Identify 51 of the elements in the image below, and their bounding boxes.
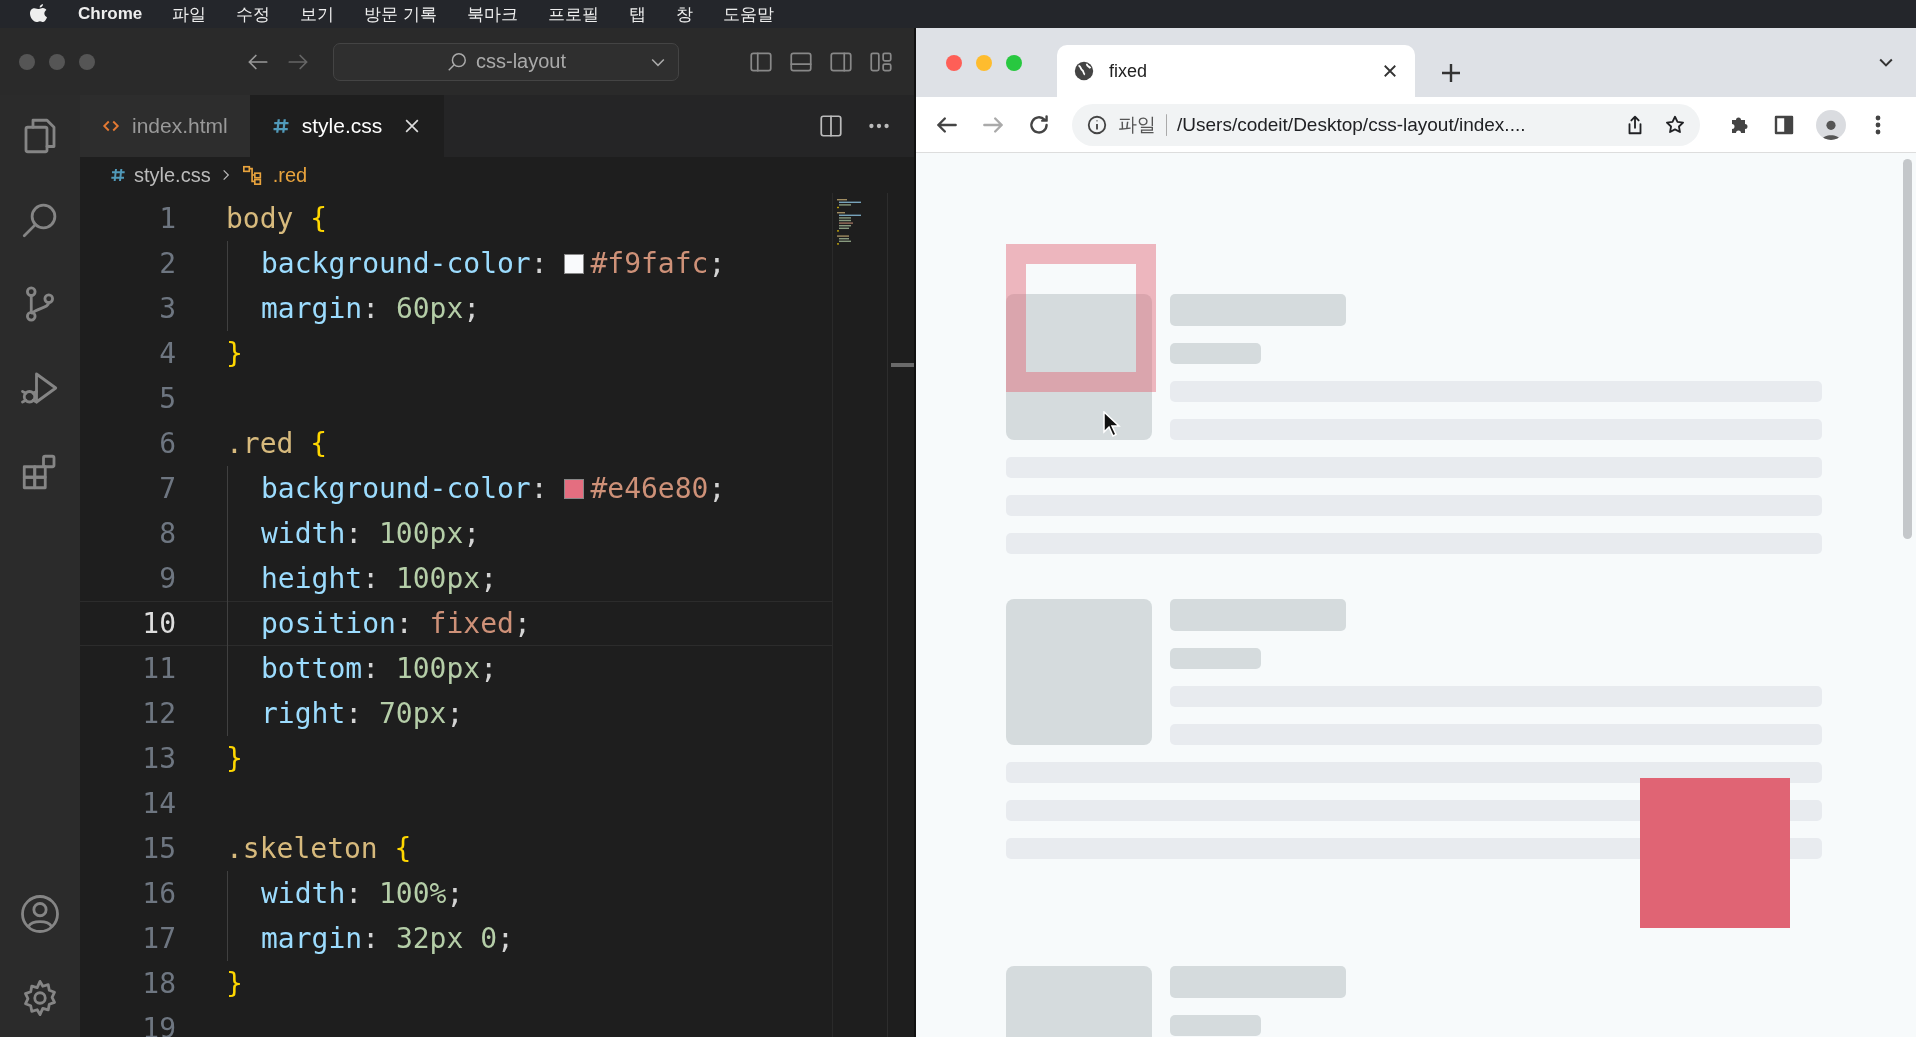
menu-item[interactable]: 보기	[300, 2, 335, 26]
line-number: 1	[158, 201, 176, 237]
menu-item[interactable]: 수정	[236, 2, 271, 26]
editor-tab[interactable]: index.html	[80, 95, 250, 157]
code-line: .skeleton {	[225, 831, 412, 867]
menu-item[interactable]: 프로필	[547, 2, 599, 26]
line-number: 12	[141, 696, 176, 732]
menu-item[interactable]: 탭	[628, 2, 646, 26]
line-number: 3	[158, 291, 176, 327]
code-line: }	[225, 741, 243, 777]
code-line: body {	[225, 201, 328, 237]
code-line: background-color: #f9fafc;	[260, 246, 726, 282]
code-line: bottom: 100px;	[260, 651, 498, 687]
menu-item[interactable]: 파일	[172, 2, 207, 26]
line-number: 5	[158, 381, 176, 417]
menu-item[interactable]: 도움말	[722, 2, 774, 26]
line-number: 8	[158, 516, 176, 552]
line-number: 14	[141, 786, 176, 822]
code-line: position: fixed;	[260, 606, 531, 642]
line-number: 13	[141, 741, 176, 777]
code-line: width: 100%;	[260, 876, 464, 912]
address-bar[interactable]: 파일 /Users/codeit/Desktop/css-layout/index....	[1072, 103, 1700, 146]
line-number: 2	[158, 246, 176, 282]
menu-item[interactable]: 창	[675, 2, 693, 26]
line-number: 6	[158, 426, 176, 462]
browser-tab[interactable]: fixed	[1057, 45, 1415, 97]
breadcrumb-item[interactable]: .red	[272, 163, 308, 187]
code-line: margin: 60px;	[260, 291, 481, 327]
line-number: 7	[158, 471, 176, 507]
code-line: right: 70px;	[260, 696, 464, 732]
code-line: height: 100px;	[260, 561, 498, 597]
line-number: 11	[141, 651, 176, 687]
line-number: 15	[141, 831, 176, 867]
menu-item[interactable]: 북마크	[466, 2, 518, 26]
code-line: }	[225, 966, 243, 1002]
code-line: background-color: #e46e80;	[260, 471, 726, 507]
menu-item[interactable]: 방문 기록	[364, 2, 437, 26]
line-number: 4	[158, 336, 176, 372]
code-line: .red {	[225, 426, 328, 462]
command-search-field[interactable]: css-layout	[333, 42, 679, 81]
line-number: 17	[141, 921, 176, 957]
code-line: margin: 32px 0;	[260, 921, 514, 957]
editor-tab[interactable]: style.css	[249, 95, 445, 157]
code-line: }	[225, 336, 243, 372]
line-number: 18	[141, 966, 176, 1002]
line-number: 9	[158, 561, 176, 597]
code-line: width: 100px;	[260, 516, 481, 552]
line-number: 10	[141, 606, 176, 642]
line-number: 16	[141, 876, 176, 912]
app-menu[interactable]: Chrome	[78, 4, 143, 24]
breadcrumb-item[interactable]: style.css	[134, 163, 211, 187]
